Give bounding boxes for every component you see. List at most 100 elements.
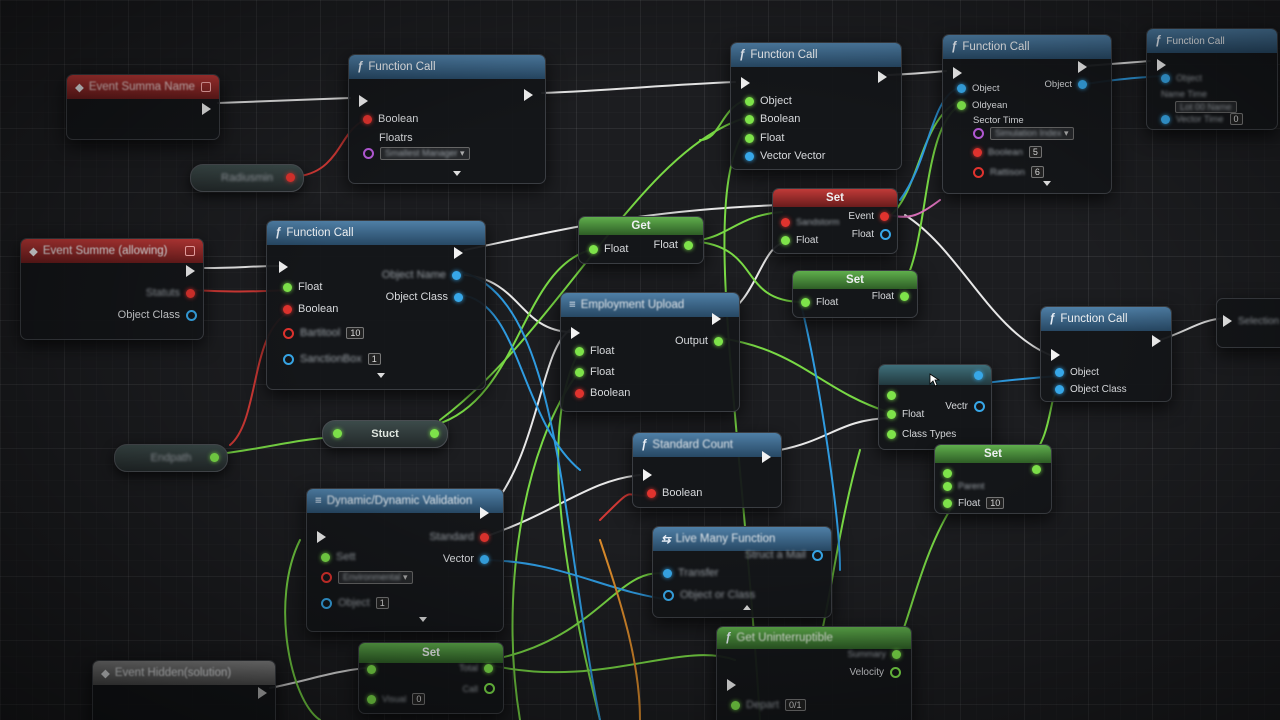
exec-in-pin[interactable] <box>1157 59 1166 71</box>
function-node-header[interactable]: ƒ Function Call <box>1147 29 1277 53</box>
float-out-pin[interactable] <box>892 649 901 659</box>
vector-out-pin[interactable] <box>974 401 985 412</box>
bool-in-pin[interactable] <box>973 166 984 178</box>
value-box[interactable]: 0 <box>1229 113 1243 125</box>
object-in-pin[interactable] <box>663 568 672 578</box>
float-out-pin[interactable] <box>684 240 693 250</box>
exec-in-pin[interactable] <box>727 679 736 691</box>
set-node-header[interactable]: Set <box>935 445 1051 463</box>
exec-in-pin[interactable] <box>279 261 288 273</box>
object-out-pin[interactable] <box>1078 80 1087 89</box>
float-out-pin[interactable] <box>880 229 891 240</box>
float-out-pin[interactable] <box>430 429 439 438</box>
dropdown-select[interactable]: Simulation Index ▾ <box>990 127 1074 140</box>
vector-in-pin[interactable] <box>1161 114 1170 124</box>
class-in-pin[interactable] <box>663 589 674 601</box>
exec-out-pin[interactable] <box>712 313 721 325</box>
function-call-node-right[interactable]: ƒ Function Call Object Boolean Float Vect… <box>730 42 902 170</box>
macro-node[interactable]: ≡ Employment Upload Float Float Boolean O… <box>560 292 740 412</box>
exec-out-pin[interactable] <box>202 103 211 115</box>
bool-in-pin[interactable] <box>647 488 656 498</box>
set-node-header[interactable]: Set <box>793 271 917 289</box>
get-node-header[interactable]: Get <box>579 217 703 235</box>
vector-out-pin[interactable] <box>480 554 489 564</box>
event-node-summe[interactable]: ◆ Event Summe (allowing) Statuts Object C… <box>20 238 204 340</box>
validation-node[interactable]: ≡ Dynamic/Dynamic Validation Sett Environ… <box>306 488 504 632</box>
float-in-pin[interactable] <box>731 700 740 710</box>
bool-in-pin[interactable] <box>781 217 790 227</box>
exec-out-pin[interactable] <box>454 247 463 259</box>
float-out-pin[interactable] <box>484 683 495 694</box>
value-box[interactable]: 10 <box>986 497 1005 509</box>
macro-node-header[interactable]: ≡ Dynamic/Dynamic Validation <box>307 489 503 513</box>
get-node-bottom[interactable]: ƒ Get Uninterruptible Depart 0/1 Summary V… <box>716 626 912 720</box>
float-out-pin[interactable] <box>210 453 219 462</box>
dropdown-select[interactable]: Smallest Manager ▾ <box>380 147 470 160</box>
exec-out-pin[interactable] <box>878 71 887 83</box>
float-in-pin[interactable] <box>575 367 584 377</box>
float-in-pin[interactable] <box>745 133 754 143</box>
conversion-node[interactable]: ⇆ Live Many Function Transfer Object or C… <box>652 526 832 618</box>
value-box[interactable]: 6 <box>1030 166 1044 178</box>
struct-in-pin[interactable] <box>973 128 984 139</box>
event-node-header[interactable]: ◆ Event Hidden(solution) <box>93 661 275 685</box>
exec-out-pin[interactable] <box>1078 61 1087 73</box>
object-in-pin[interactable] <box>321 597 332 609</box>
set-node-red[interactable]: Set Sandstorm Float Event Float <box>772 188 898 254</box>
exec-green-pin[interactable] <box>887 391 896 400</box>
value-box[interactable]: 10 <box>346 327 365 339</box>
exec-in-pin[interactable] <box>643 469 652 481</box>
exec-in-pin[interactable] <box>571 327 580 339</box>
function-node-header[interactable]: ƒ Function Call <box>267 221 485 245</box>
exec-in-pin[interactable] <box>953 67 962 79</box>
get-node-top[interactable]: Get Float Float <box>578 216 704 264</box>
function-call-node-mid[interactable]: ƒ Function Call Float Boolean Bartitool 10… <box>266 220 486 390</box>
conversion-node-header[interactable]: ⇆ Live Many Function <box>653 527 831 551</box>
function-node-header[interactable]: ƒ Function Call <box>943 35 1111 59</box>
blueprint-graph-canvas[interactable]: ◆ Event Summa Name ◆ Event Summe (allowing… <box>0 0 1280 720</box>
bool-in-pin[interactable] <box>283 327 294 339</box>
bool-in-pin[interactable] <box>363 114 372 124</box>
float-in-pin[interactable] <box>781 236 790 245</box>
float-in-pin[interactable] <box>367 694 376 704</box>
vector-node[interactable]: Float Class Types Vectr <box>878 364 992 450</box>
standard-count-node[interactable]: ƒ Standard Count Boolean <box>632 432 782 508</box>
bool-in-pin[interactable] <box>973 147 982 157</box>
float-out-pin[interactable] <box>1032 465 1041 474</box>
class-out-pin[interactable] <box>186 309 197 321</box>
set-node-header[interactable]: Set <box>773 189 897 207</box>
bool-in-pin[interactable] <box>283 304 292 314</box>
exec-out-pin[interactable] <box>186 265 195 277</box>
variable-pill-endpath[interactable]: Endpath <box>114 444 228 472</box>
float-in-pin[interactable] <box>943 481 952 491</box>
bool-out-pin[interactable] <box>480 532 489 542</box>
variable-pill-radiusmin[interactable]: Radiusmin <box>190 164 304 192</box>
event-node-hidden[interactable]: ◆ Event Hidden(solution) <box>92 660 276 720</box>
value-box[interactable]: 1 <box>367 353 381 365</box>
expand-arrow-icon[interactable] <box>419 617 427 622</box>
float-in-pin[interactable] <box>333 429 342 438</box>
function-node-header[interactable]: ƒ Standard Count <box>633 433 781 457</box>
exec-out-pin[interactable] <box>1152 335 1161 347</box>
float-out-pin[interactable] <box>890 667 901 678</box>
float-in-pin[interactable] <box>367 665 376 674</box>
class-in-pin[interactable] <box>887 430 896 439</box>
function-call-node-top[interactable]: ƒ Function Call Boolean Floatrs Smallest … <box>348 54 546 184</box>
enum-in-pin[interactable] <box>321 572 332 583</box>
collapse-arrow-icon[interactable] <box>743 605 751 610</box>
exec-in-pin[interactable] <box>1051 349 1060 361</box>
value-box[interactable]: 0/1 <box>785 699 806 711</box>
exec-out-pin[interactable] <box>480 507 489 519</box>
dropdown-select[interactable]: Lot 00 Name <box>1175 101 1237 113</box>
object-in-pin[interactable] <box>1161 73 1170 83</box>
variable-pill-stuct[interactable]: Stuct <box>322 420 448 448</box>
set-node-header[interactable]: Set <box>359 643 503 663</box>
struct-in-pin[interactable] <box>363 148 374 159</box>
function-call-node-far[interactable]: ƒ Function Call Object Object Oldyean Sec… <box>942 34 1112 194</box>
float-in-pin[interactable] <box>321 552 330 562</box>
exec-out-pin[interactable] <box>762 451 771 463</box>
bool-in-pin[interactable] <box>745 114 754 124</box>
expand-arrow-icon[interactable] <box>377 373 385 378</box>
value-box[interactable]: 5 <box>1028 146 1042 158</box>
event-node-header[interactable]: ◆ Event Summe (allowing) <box>21 239 203 263</box>
